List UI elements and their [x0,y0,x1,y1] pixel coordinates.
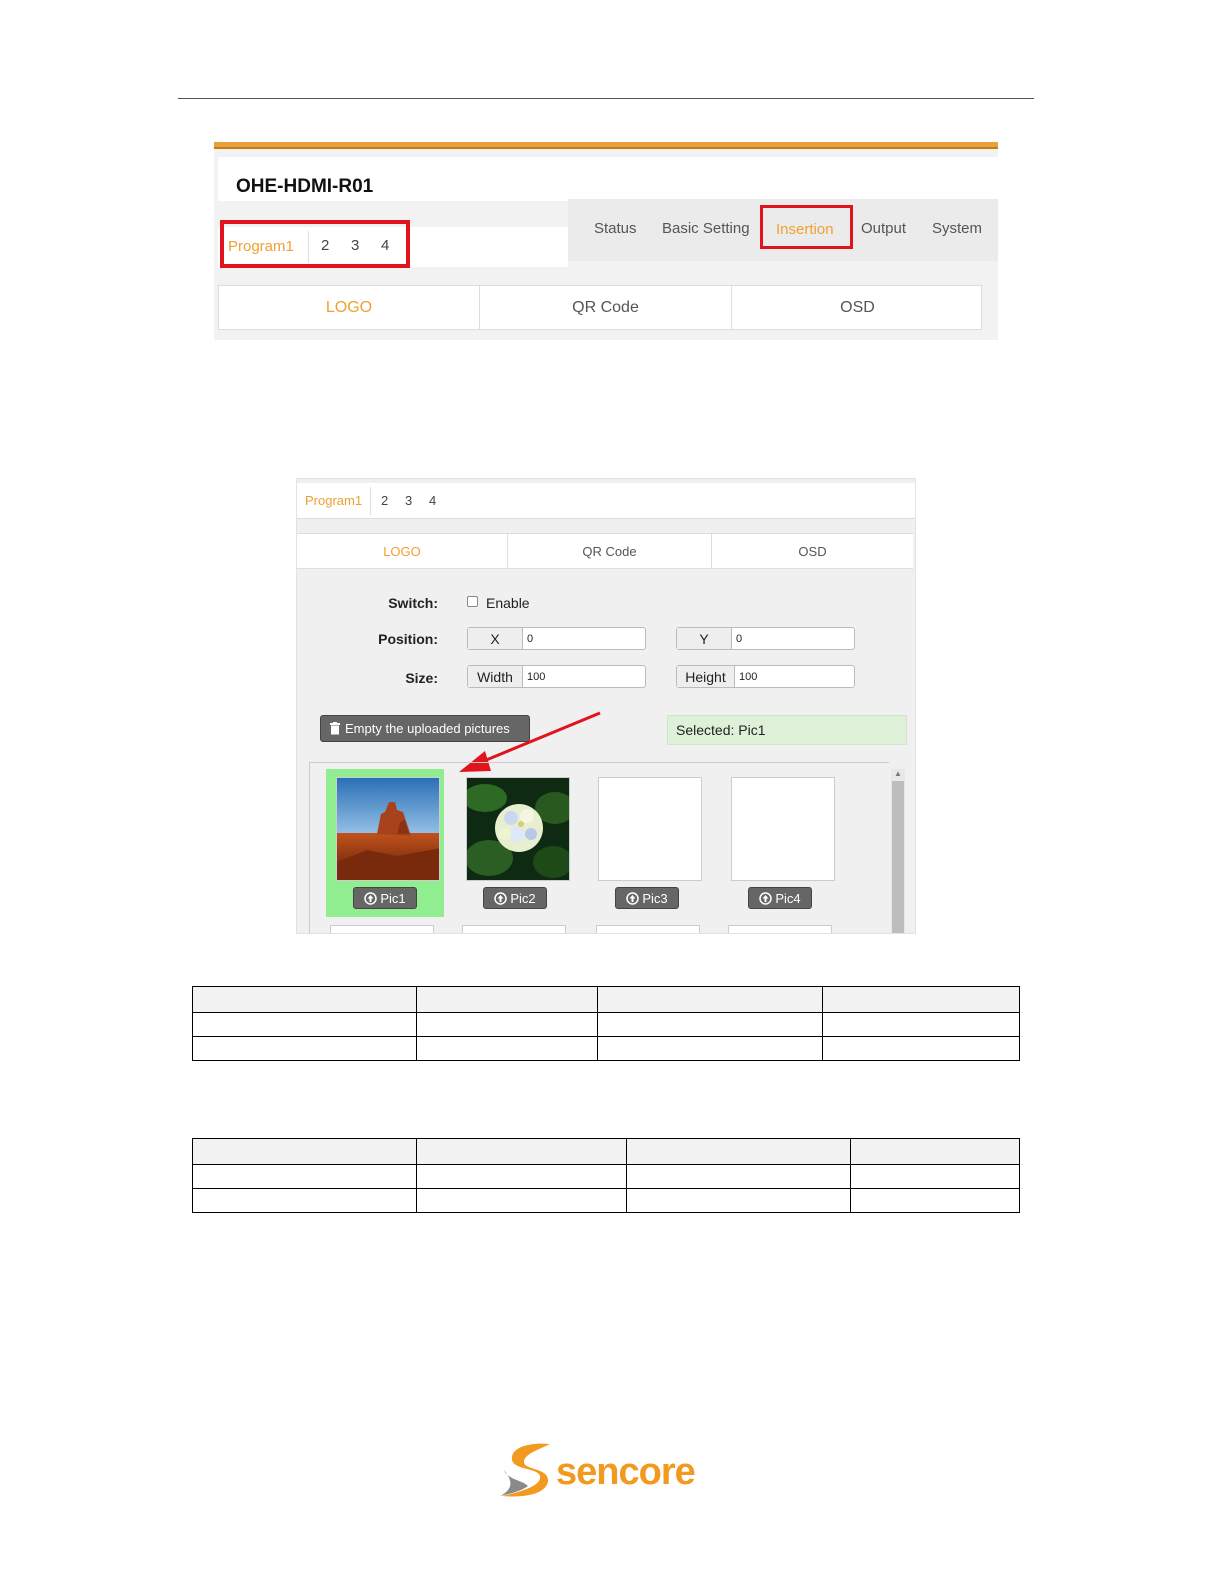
logo-text: sencore [556,1451,695,1493]
hydrangea-image [467,778,569,880]
width-input-group: Width 100 [467,665,646,688]
upload-icon [364,891,378,905]
tab-program2[interactable]: 2 [381,493,388,508]
upload-icon [494,891,508,905]
x-input-group: X 0 [467,627,646,650]
pic-cell-1[interactable]: Pic1 [326,769,444,917]
scrollbar-thumb[interactable] [892,781,904,933]
insertion-subtabs: LOGO QR Code OSD [218,285,982,330]
upload-icon [626,891,640,905]
pic3-upload-button[interactable]: Pic3 [615,887,679,909]
subtab-osd[interactable]: OSD [712,534,913,568]
nav-basic-setting[interactable]: Basic Setting [662,220,750,237]
pic8-thumbnail[interactable] [728,925,832,933]
pic7-thumbnail[interactable] [596,925,700,933]
pic1-upload-button[interactable]: Pic1 [353,887,417,909]
subtab-qr-code[interactable]: QR Code [508,534,712,568]
width-input[interactable]: 100 [523,666,545,687]
top-accent-bar [214,142,998,149]
height-input[interactable]: 100 [735,666,757,687]
x-addon: X [468,628,523,649]
tab-program1[interactable]: Program1 [305,493,362,508]
selected-picture-status: Selected: Pic1 [667,715,907,745]
program-tabs: Program1 2 3 4 [297,483,915,519]
pic3-thumbnail [598,777,702,881]
nav-output[interactable]: Output [861,220,906,237]
pic6-thumbnail[interactable] [462,925,566,933]
gallery-scrollbar[interactable]: ▲ [891,769,905,933]
pic1-thumbnail [336,777,440,881]
pic4-upload-button[interactable]: Pic4 [748,887,812,909]
upload-icon [759,891,773,905]
y-input-group: Y 0 [676,627,855,650]
insertion-subtabs: LOGO QR Code OSD [297,533,913,569]
switch-label: Switch: [388,595,438,611]
screenshot-insertion-menu: OHE-HDMI-R01 Program1 2 3 4 Status Basic… [214,142,998,340]
pic2-label: Pic2 [510,890,536,906]
program-highlight-box [220,220,410,268]
pic-cell-4[interactable]: Pic4 [721,769,839,917]
tab-program4[interactable]: 4 [429,493,436,508]
y-input[interactable]: 0 [732,628,742,649]
height-input-group: Height 100 [676,665,855,688]
desert-butte-image [337,778,439,880]
scroll-up-icon[interactable]: ▲ [894,769,902,778]
pic5-thumbnail[interactable] [330,925,434,933]
screenshot-logo-settings: Program1 2 3 4 LOGO QR Code OSD Switch: … [296,478,916,934]
pic4-label: Pic4 [775,890,801,906]
trash-icon [330,722,340,735]
x-input[interactable]: 0 [523,628,533,649]
table-row [192,1036,1020,1061]
enable-checkbox[interactable] [467,596,478,607]
pic2-thumbnail [466,777,570,881]
pic2-upload-button[interactable]: Pic2 [483,887,547,909]
subtab-qr-code[interactable]: QR Code [480,286,732,329]
picture-gallery: Pic1 Pic2 Pic3 Pic4 [309,762,889,933]
pic3-label: Pic3 [642,890,668,906]
sencore-logo: sencore [500,1443,696,1497]
y-addon: Y [677,628,732,649]
size-label: Size: [405,670,438,686]
table-header-row [192,1138,1020,1165]
parameter-table-1 [192,986,1020,1061]
tab-program3[interactable]: 3 [405,493,412,508]
enable-label: Enable [486,595,530,611]
header-rule [178,98,1034,99]
pic-cell-3[interactable]: Pic3 [588,769,706,917]
pic1-label: Pic1 [380,890,406,906]
width-addon: Width [468,666,523,687]
tab-separator [370,487,371,515]
table-row [192,1164,1020,1189]
position-label: Position: [378,631,438,647]
height-addon: Height [677,666,735,687]
subtab-osd[interactable]: OSD [732,286,983,329]
subtab-logo[interactable]: LOGO [219,286,480,329]
parameter-table-2 [192,1138,1020,1213]
nav-status[interactable]: Status [594,220,637,237]
pic-cell-2[interactable]: Pic2 [456,769,574,917]
insertion-highlight-box [760,205,853,249]
subtab-logo[interactable]: LOGO [297,534,508,568]
device-title: OHE-HDMI-R01 [236,176,374,197]
table-row [192,1188,1020,1213]
nav-system[interactable]: System [932,220,982,237]
table-row [192,1012,1020,1037]
pic4-thumbnail [731,777,835,881]
table-header-row [192,986,1020,1013]
